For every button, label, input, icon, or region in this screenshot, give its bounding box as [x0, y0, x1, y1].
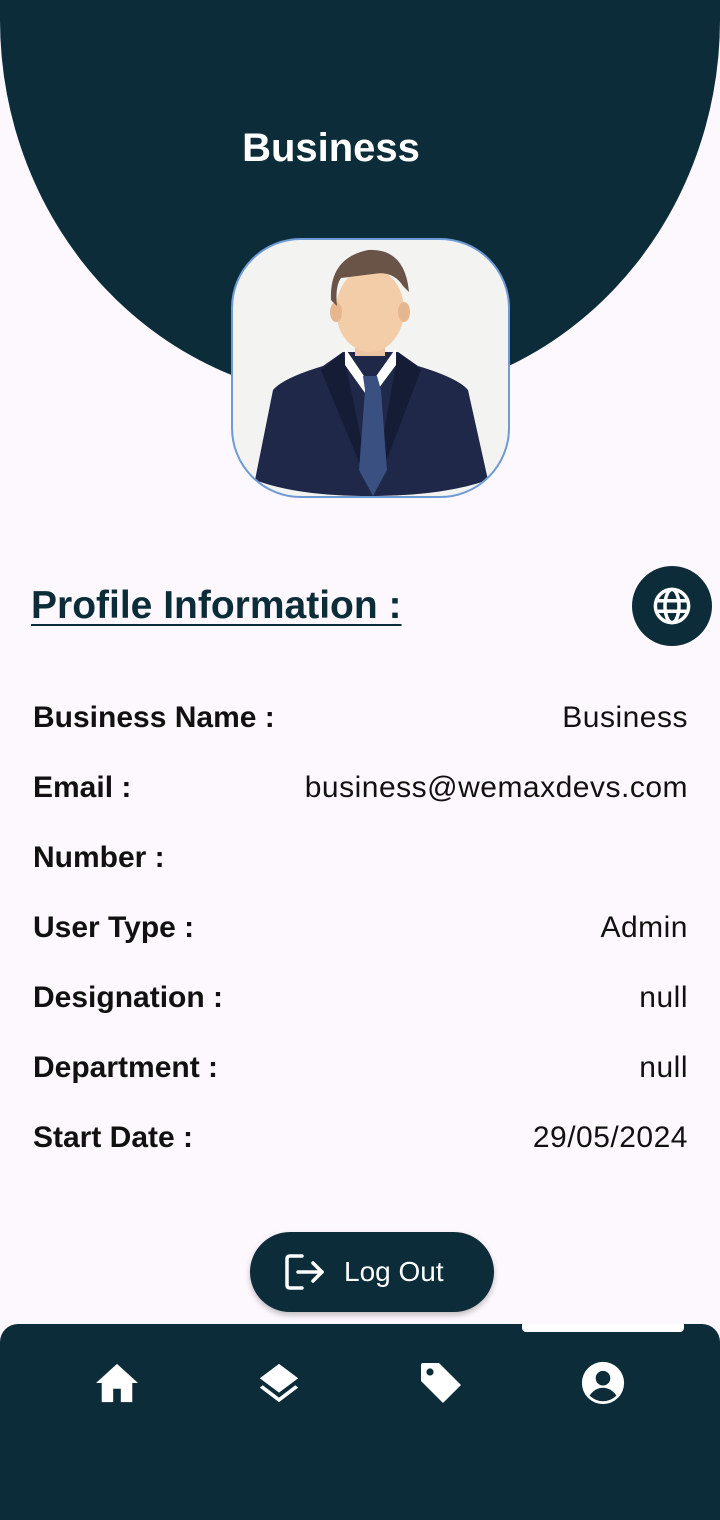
section-title: Profile Information :: [31, 584, 402, 627]
info-row-user-type: User Type : Admin: [33, 908, 688, 948]
info-label: Designation :: [33, 981, 224, 1014]
info-label: Number :: [33, 841, 165, 874]
info-label: Start Date :: [33, 1121, 194, 1154]
info-label: Business Name :: [33, 701, 275, 734]
bottom-navigation: [0, 1324, 720, 1520]
info-label: Email :: [33, 771, 132, 804]
info-value: null: [639, 1051, 688, 1084]
tag-icon: [421, 1363, 461, 1403]
avatar[interactable]: [231, 238, 510, 498]
info-value: Business: [562, 701, 688, 734]
info-value: business@wemaxdevs.com: [304, 771, 688, 804]
info-row-number: Number :: [33, 838, 688, 878]
logout-button[interactable]: Log Out: [250, 1232, 494, 1312]
home-icon: [96, 1363, 138, 1403]
info-row-email: Email : business@wemaxdevs.com: [33, 768, 688, 808]
nav-home[interactable]: [92, 1358, 142, 1408]
logout-label: Log Out: [344, 1256, 444, 1287]
info-row-department: Department : null: [33, 1048, 688, 1088]
nav-tags[interactable]: [416, 1358, 466, 1408]
info-label: User Type :: [33, 911, 195, 944]
info-row-business-name: Business Name : Business: [33, 698, 688, 738]
language-button[interactable]: [632, 566, 712, 646]
nav-profile[interactable]: [578, 1358, 628, 1408]
nav-layers[interactable]: [254, 1358, 304, 1408]
info-label: Department :: [33, 1051, 219, 1084]
account-circle-icon: [581, 1361, 625, 1405]
active-tab-indicator: [522, 1324, 684, 1332]
info-row-start-date: Start Date : 29/05/2024: [33, 1118, 688, 1158]
info-row-designation: Designation : null: [33, 978, 688, 1018]
logout-icon: [285, 1254, 324, 1290]
info-value: null: [639, 981, 688, 1014]
info-value: 29/05/2024: [532, 1121, 688, 1154]
page-title: Business: [242, 126, 420, 170]
globe-icon: [653, 587, 691, 625]
businessman-illustration: [255, 249, 488, 496]
info-value: Admin: [600, 911, 688, 944]
layers-icon: [259, 1363, 299, 1403]
